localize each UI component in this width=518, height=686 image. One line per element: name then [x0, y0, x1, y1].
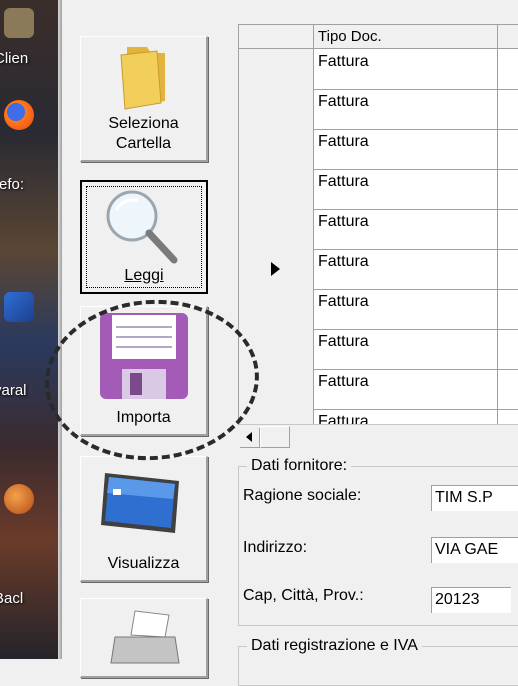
printer-icon: [110, 610, 180, 664]
view-label: Visualizza: [107, 555, 180, 572]
table-row[interactable]: Fattura: [239, 89, 518, 130]
column-header-tipo-doc[interactable]: Tipo Doc.: [314, 25, 498, 48]
row-indicator[interactable]: [239, 209, 314, 249]
row-indicator-header: [239, 25, 314, 48]
row-indicator[interactable]: [239, 329, 314, 369]
row-indicator[interactable]: [239, 249, 314, 289]
import-label: Importa: [116, 409, 171, 426]
table-row[interactable]: Fattura: [239, 289, 518, 330]
row-indicator[interactable]: [239, 129, 314, 169]
table-row[interactable]: Fattura: [239, 409, 518, 425]
indirizzo-label: Indirizzo:: [243, 539, 308, 556]
grid-header: Tipo Doc.: [239, 25, 518, 49]
folder-icon: [120, 47, 165, 110]
floppy-disk-icon: [100, 313, 188, 399]
document-panel: Tipo Doc. Fattura Fattura Fattura Fattura Fa…: [224, 0, 518, 686]
row-indicator[interactable]: [239, 89, 314, 129]
desktop-item-label: Bacl: [0, 590, 24, 607]
table-row[interactable]: Fattura: [239, 49, 518, 90]
current-row-arrow-icon: [271, 262, 280, 276]
table-cell-tipo-doc[interactable]: Fattura: [314, 409, 498, 425]
table-row[interactable]: Fattura: [239, 249, 518, 290]
app-icon: [4, 292, 34, 322]
table-row[interactable]: Fattura: [239, 129, 518, 170]
table-row[interactable]: Fattura: [239, 369, 518, 410]
desktop-item-label: refo:: [0, 176, 25, 193]
ragione-sociale-label: Ragione sociale:: [243, 487, 362, 504]
cap-citta-prov-label: Cap, Città, Prov.:: [243, 587, 364, 604]
backup-icon: [4, 484, 34, 514]
scroll-left-arrow-icon[interactable]: [240, 428, 260, 448]
row-indicator[interactable]: [239, 169, 314, 209]
desktop-item-label: Clien: [0, 50, 29, 67]
table-cell-tipo-doc[interactable]: Fattura: [314, 289, 498, 329]
table-row[interactable]: Fattura: [239, 169, 518, 210]
documents-grid[interactable]: Tipo Doc. Fattura Fattura Fattura Fattura Fa…: [238, 24, 518, 425]
monitor-icon: [101, 473, 179, 533]
ragione-sociale-input[interactable]: TIM S.P: [431, 485, 518, 511]
firefox-icon: [4, 100, 34, 130]
table-cell-tipo-doc[interactable]: Fattura: [314, 169, 498, 209]
select-folder-button[interactable]: Seleziona Cartella: [80, 36, 208, 162]
magnifier-icon: [106, 190, 178, 264]
table-cell-tipo-doc[interactable]: Fattura: [314, 49, 498, 89]
table-row[interactable]: Fattura: [239, 329, 518, 370]
table-cell-tipo-doc[interactable]: Fattura: [314, 249, 498, 289]
table-cell-tipo-doc[interactable]: Fattura: [314, 369, 498, 409]
row-indicator[interactable]: [239, 409, 314, 425]
table-cell-tipo-doc[interactable]: Fattura: [314, 129, 498, 169]
supplier-legend: Dati fornitore:: [247, 457, 352, 475]
grid-horizontal-scrollbar[interactable]: [238, 424, 518, 449]
scrollbar-thumb[interactable]: [260, 426, 290, 448]
select-folder-label-line1: Seleziona: [108, 115, 179, 132]
registration-legend: Dati registrazione e IVA: [247, 637, 422, 655]
print-button[interactable]: [80, 598, 208, 678]
client-app-icon: [4, 8, 34, 38]
supplier-groupbox: Dati fornitore: Ragione sociale: TIM S.P…: [238, 457, 518, 626]
table-cell-tipo-doc[interactable]: Fattura: [314, 329, 498, 369]
table-cell-tipo-doc[interactable]: Fattura: [314, 209, 498, 249]
cap-input[interactable]: 20123: [431, 587, 511, 613]
read-button[interactable]: Leggi: [80, 180, 208, 294]
table-row[interactable]: Fattura: [239, 209, 518, 250]
row-indicator[interactable]: [239, 49, 314, 89]
import-button[interactable]: Importa: [80, 306, 208, 436]
desktop-strip: Clien refo: varal Bacl: [0, 0, 58, 659]
view-button[interactable]: Visualizza: [80, 456, 208, 582]
main-toolbar: Seleziona Cartella Leggi Importa Visuali…: [62, 0, 224, 678]
desktop-item-label: varal: [0, 382, 27, 399]
registration-groupbox: Dati registrazione e IVA: [238, 637, 518, 686]
row-indicator[interactable]: [239, 289, 314, 329]
select-folder-label-line2: Cartella: [115, 135, 172, 152]
indirizzo-input[interactable]: VIA GAE: [431, 537, 518, 563]
table-cell-tipo-doc[interactable]: Fattura: [314, 89, 498, 129]
row-indicator[interactable]: [239, 369, 314, 409]
